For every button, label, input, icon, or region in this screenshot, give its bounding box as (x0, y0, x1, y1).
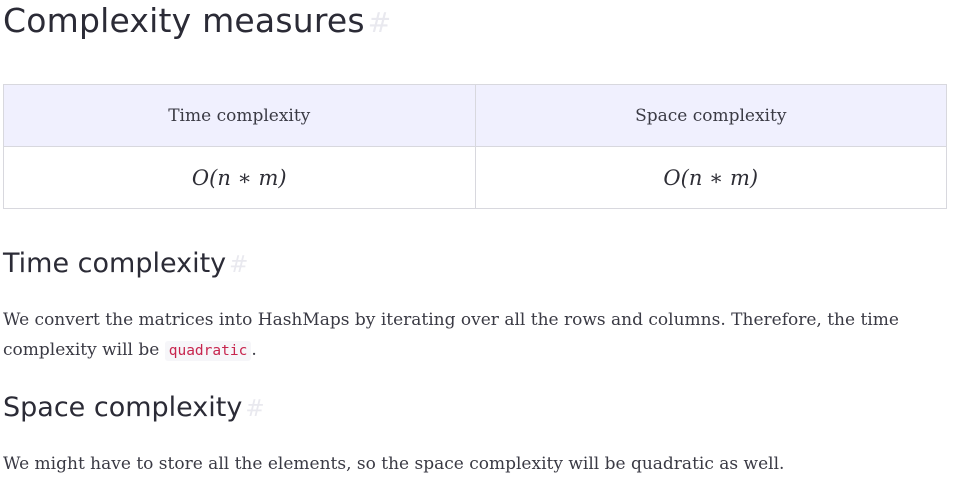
space-complexity-paragraph: We might have to store all the elements,… (3, 454, 785, 474)
table-cell-space-value: O(n ∗ m) (474, 146, 947, 209)
heading-anchor-link[interactable]: # (229, 252, 248, 278)
space-complexity-heading: Space complexity # (3, 391, 265, 426)
inline-code-quadratic: quadratic (164, 341, 252, 361)
time-complexity-text-end: . (251, 340, 257, 360)
table-header-space: Space complexity (474, 84, 947, 147)
heading-anchor-link[interactable]: # (368, 6, 392, 39)
page-title-text: Complexity measures (3, 1, 365, 40)
time-complexity-text: We convert the matrices into HashMaps by… (3, 310, 899, 360)
table-cell-time-value: O(n ∗ m) (3, 146, 476, 209)
time-complexity-heading-text: Time complexity (3, 248, 227, 279)
complexity-table: Time complexity Space complexity O(n ∗ m… (3, 84, 947, 209)
time-complexity-paragraph: We convert the matrices into HashMaps by… (3, 305, 943, 366)
time-complexity-heading: Time complexity # (3, 247, 248, 282)
table-row: O(n ∗ m) O(n ∗ m) (3, 146, 947, 209)
heading-anchor-link[interactable]: # (245, 396, 264, 422)
page-title: Complexity measures # (3, 0, 391, 44)
table-header-time: Time complexity (3, 84, 476, 147)
table-header-row: Time complexity Space complexity (3, 84, 947, 147)
space-complexity-heading-text: Space complexity (3, 392, 243, 423)
